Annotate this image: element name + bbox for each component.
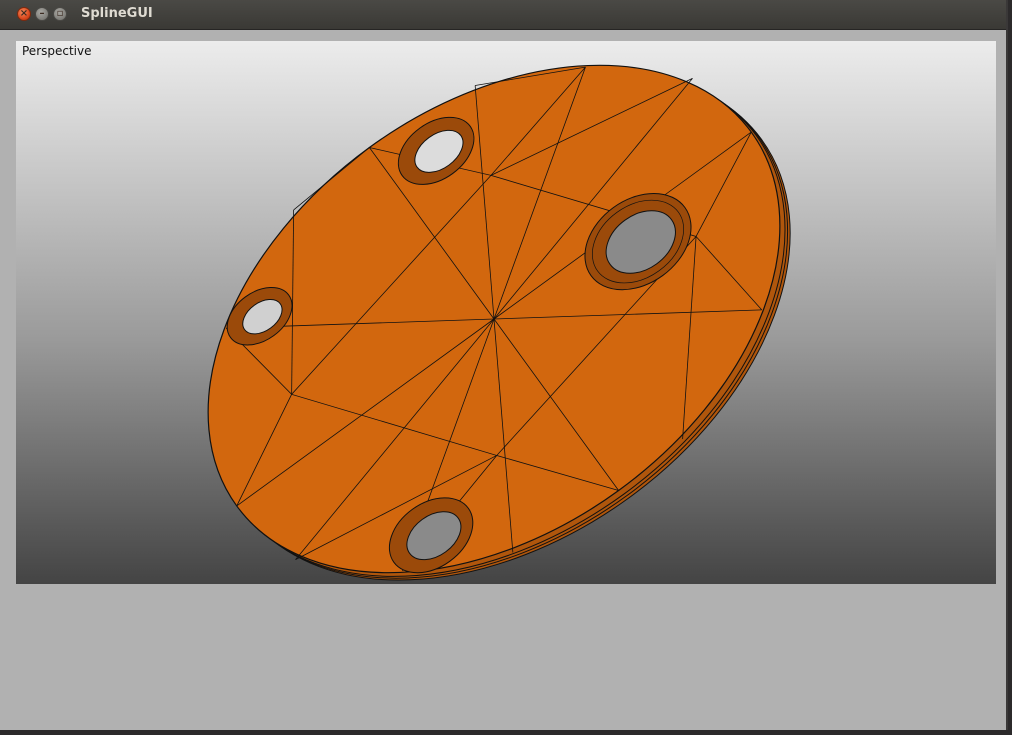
maximize-button[interactable]: ▫ bbox=[53, 7, 67, 21]
status-bar bbox=[0, 730, 1012, 735]
minimize-button[interactable]: – bbox=[35, 7, 49, 21]
close-button[interactable]: × bbox=[17, 7, 31, 21]
window-title: SplineGUI bbox=[81, 6, 153, 21]
minimize-icon: – bbox=[39, 8, 45, 19]
disc-model[interactable] bbox=[16, 41, 996, 584]
3d-viewport[interactable]: Perspective bbox=[16, 41, 996, 584]
disc-top-face bbox=[207, 64, 781, 574]
app-window: × – ▫ SplineGUI Perspective bbox=[0, 0, 1008, 730]
title-bar[interactable]: × – ▫ SplineGUI bbox=[0, 0, 1006, 30]
close-icon: × bbox=[19, 8, 29, 19]
maximize-icon: ▫ bbox=[56, 8, 64, 19]
